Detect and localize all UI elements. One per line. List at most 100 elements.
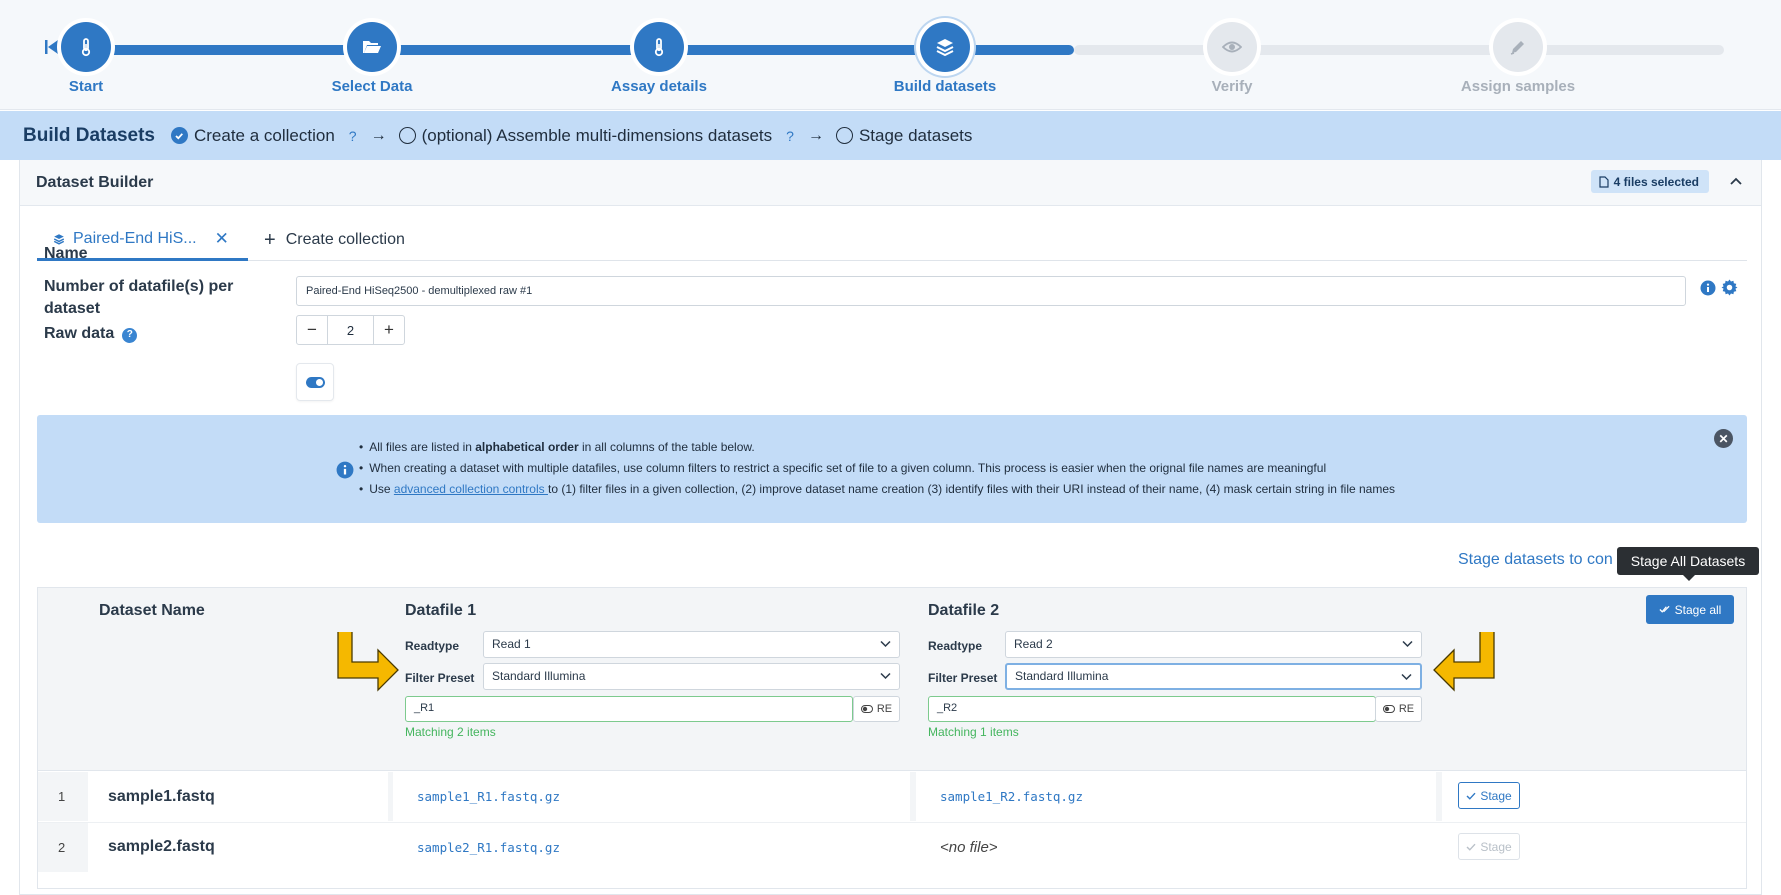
- filter-preset-select-1[interactable]: Standard Illumina: [483, 663, 900, 690]
- readtype-label: Readtype: [928, 639, 983, 653]
- decrement-button[interactable]: −: [297, 316, 327, 344]
- regex-toggle-2[interactable]: RE: [1375, 696, 1422, 722]
- chevron-down-icon: [880, 640, 891, 648]
- filter-preset-select-2[interactable]: Standard Illumina: [1005, 663, 1422, 690]
- plus-icon: +: [264, 228, 276, 251]
- tab-label: Paired-End HiS...: [73, 229, 197, 247]
- cell-divider: [388, 772, 393, 821]
- raw-data-label: Raw data: [44, 325, 115, 342]
- progress-stepper: Start Select Data Assay details Build da…: [0, 0, 1781, 110]
- col-datafile-2: Datafile 2: [928, 602, 1000, 619]
- match-count-1: Matching 2 items: [405, 725, 496, 739]
- filter-input-2[interactable]: _R2: [928, 696, 1376, 722]
- folder-open-icon: [347, 22, 397, 72]
- step-assay-details[interactable]: Assay details: [559, 22, 759, 95]
- readtype-select-2[interactable]: Read 2: [1005, 631, 1422, 658]
- build-datasets-bar: Build Datasets Create a collection ? → (…: [0, 111, 1781, 160]
- files-badge-label: 4 files selected: [1613, 174, 1699, 189]
- select-value: Read 2: [1014, 637, 1053, 651]
- substep-assemble[interactable]: (optional) Assemble multi-dimensions dat…: [398, 126, 794, 146]
- datafile-1[interactable]: sample2_R1.fastq.gz: [417, 840, 560, 855]
- increment-button[interactable]: +: [374, 316, 404, 344]
- help-icon[interactable]: ?: [122, 327, 138, 343]
- substep-label: Create a collection: [193, 125, 335, 145]
- regex-toggle-1[interactable]: RE: [853, 696, 900, 722]
- substep-stage-datasets[interactable]: Stage datasets: [835, 126, 972, 146]
- datasets-table: Dataset Name Datafile 1 Datafile 2 Stage…: [37, 587, 1747, 889]
- col-datafile-1: Datafile 1: [405, 602, 477, 619]
- quantity-value[interactable]: 2: [327, 316, 374, 344]
- select-value: Read 1: [492, 637, 531, 651]
- circle-icon: [835, 127, 853, 144]
- check-icon: [1466, 792, 1476, 800]
- stage-button[interactable]: Stage: [1458, 782, 1520, 809]
- step-verify[interactable]: Verify: [1132, 22, 1332, 95]
- regex-label: RE: [1398, 703, 1415, 715]
- help-icon[interactable]: ?: [349, 128, 357, 144]
- filter-preset-label: Filter Preset: [928, 671, 998, 685]
- step-build-datasets[interactable]: Build datasets: [845, 22, 1045, 95]
- toggle-on-icon: [305, 376, 325, 388]
- advanced-controls-link[interactable]: advanced collection controls: [394, 482, 548, 496]
- collection-tabs: Paired-End HiS... ✕ + Create collection: [37, 219, 1747, 261]
- stage-all-label: Stage all: [1674, 602, 1722, 617]
- close-icon[interactable]: ✕: [215, 229, 229, 249]
- raw-data-toggle[interactable]: [296, 363, 334, 401]
- close-icon[interactable]: ✕: [1714, 429, 1733, 448]
- info-icon[interactable]: [1700, 280, 1716, 296]
- card-title: Dataset Builder: [36, 173, 154, 191]
- info-item: Use advanced collection controls to (1) …: [359, 479, 1395, 500]
- dataset-name[interactable]: sample2.fastq: [108, 838, 215, 856]
- step-label: Assay details: [611, 78, 707, 95]
- help-icon[interactable]: ?: [786, 128, 794, 144]
- file-icon: [1599, 175, 1609, 188]
- substep-create-collection[interactable]: Create a collection ?: [170, 125, 357, 146]
- datafile-2[interactable]: sample1_R2.fastq.gz: [940, 789, 1083, 804]
- pen-icon: [1493, 22, 1543, 72]
- select-value: Standard Illumina: [492, 669, 586, 683]
- dataset-name[interactable]: sample1.fastq: [108, 788, 215, 806]
- layers-icon: [920, 22, 970, 72]
- info-item: When creating a dataset with multiple da…: [359, 458, 1395, 479]
- chevron-down-icon: [1401, 673, 1412, 681]
- circle-icon: [398, 127, 416, 144]
- annotation-arrow-left-icon: [1433, 632, 1495, 692]
- match-count-2: Matching 1 items: [928, 725, 1019, 739]
- stage-datasets-link[interactable]: Stage datasets to con: [1458, 551, 1613, 569]
- tab-create-collection[interactable]: + Create collection: [264, 219, 405, 261]
- datafile-count-label: Number of datafile(s) per dataset: [44, 278, 234, 317]
- datafile-1[interactable]: sample1_R1.fastq.gz: [417, 789, 560, 804]
- filter-preset-label: Filter Preset: [405, 671, 475, 685]
- step-label: Verify: [1211, 78, 1253, 95]
- arrow-right-icon: →: [807, 126, 824, 144]
- step-label: Build datasets: [893, 78, 997, 95]
- stage-all-button[interactable]: Stage all: [1646, 595, 1734, 624]
- readtype-label: Readtype: [405, 639, 460, 653]
- gear-icon[interactable]: [1721, 279, 1738, 296]
- info-list: All files are listed in alphabetical ord…: [359, 437, 1395, 500]
- stage-label: Stage: [1480, 839, 1512, 854]
- chevron-up-icon[interactable]: [1729, 174, 1743, 188]
- step-label: Select Data: [331, 78, 413, 95]
- chevron-down-icon: [1402, 640, 1413, 648]
- step-start[interactable]: Start: [0, 22, 186, 95]
- dataset-builder-card: Dataset Builder 4 files selected Paired-…: [19, 160, 1762, 895]
- readtype-select-1[interactable]: Read 1: [483, 631, 900, 658]
- raw-data-label-row: Raw data?: [44, 323, 138, 345]
- cell-divider: [910, 772, 916, 821]
- name-input[interactable]: Paired-End HiSeq2500 - demultiplexed raw…: [296, 276, 1686, 306]
- stage-button-disabled: Stage: [1458, 833, 1520, 860]
- info-text: All files are listed in: [369, 440, 476, 454]
- filter-input-1[interactable]: _R1: [405, 696, 853, 722]
- stage-all-tooltip: Stage All Datasets: [1617, 547, 1759, 581]
- files-selected-badge: 4 files selected: [1590, 170, 1709, 193]
- col-dataset-name: Dataset Name: [99, 602, 205, 619]
- thermometer-icon: [61, 22, 111, 72]
- step-assign-samples[interactable]: Assign samples: [1418, 22, 1618, 95]
- card-header[interactable]: Dataset Builder 4 files selected: [20, 160, 1761, 206]
- quantity-stepper: − 2 +: [296, 315, 405, 345]
- check-icon: [1466, 843, 1476, 851]
- build-title: Build Datasets: [23, 124, 155, 146]
- info-text: to (1) filter files in a given collectio…: [547, 482, 1396, 496]
- step-select-data[interactable]: Select Data: [272, 22, 472, 95]
